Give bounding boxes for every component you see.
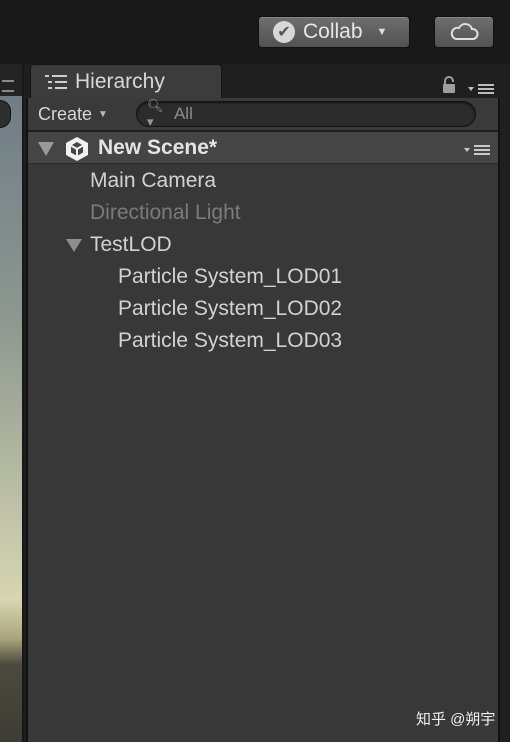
cloud-button[interactable]: [434, 16, 494, 48]
search-icon: 🔍︎▾: [147, 98, 164, 129]
hierarchy-panel: Create ▼ 🔍︎▾ New Scene* Main Camera Dire…: [26, 98, 500, 742]
scene-header-row[interactable]: New Scene*: [28, 132, 498, 164]
lock-icon[interactable]: [441, 76, 457, 94]
panel-menu-icon[interactable]: [466, 82, 496, 96]
hierarchy-item-particle-lod03[interactable]: Particle System_LOD03: [118, 329, 342, 353]
hierarchy-item-testlod[interactable]: TestLOD: [90, 233, 172, 257]
tab-hierarchy[interactable]: Hierarchy: [30, 64, 222, 98]
list-icon: [45, 74, 67, 90]
hierarchy-item-directional-light[interactable]: Directional Light: [90, 201, 241, 225]
collab-label: Collab: [303, 20, 363, 43]
foldout-arrow-icon[interactable]: [66, 239, 82, 252]
hierarchy-item-particle-lod02[interactable]: Particle System_LOD02: [118, 297, 342, 321]
check-circle-icon: ✔: [273, 21, 295, 43]
scene-view-tab[interactable]: [0, 64, 24, 96]
hierarchy-item-particle-lod01[interactable]: Particle System_LOD01: [118, 265, 342, 289]
chevron-down-icon: ▼: [376, 26, 388, 38]
search-field[interactable]: 🔍︎▾: [136, 98, 476, 129]
scene-view-viewport[interactable]: [0, 96, 24, 742]
watermark: 知乎 @朔宇: [416, 711, 496, 728]
scene-name: New Scene*: [98, 136, 218, 159]
hierarchy-toolbar: Create ▼ 🔍︎▾: [28, 98, 498, 132]
create-label: Create: [38, 103, 93, 124]
chevron-down-icon: ▼: [98, 108, 108, 120]
hierarchy-tab-bar: Hierarchy: [26, 64, 510, 98]
cloud-icon: [450, 23, 479, 40]
scene-menu-icon[interactable]: [464, 144, 492, 156]
create-dropdown-button[interactable]: Create ▼: [30, 100, 118, 128]
hierarchy-item-main-camera[interactable]: Main Camera: [90, 169, 216, 193]
top-toolbar: ✔ Collab ▼: [0, 0, 510, 64]
foldout-arrow-icon[interactable]: [38, 142, 54, 156]
tab-label: Hierarchy: [75, 69, 165, 93]
list-icon: [2, 80, 14, 92]
panel-border: [500, 98, 510, 742]
unity-logo-icon: [66, 137, 88, 161]
search-input[interactable]: [171, 103, 475, 125]
collab-button[interactable]: ✔ Collab ▼: [258, 16, 410, 48]
